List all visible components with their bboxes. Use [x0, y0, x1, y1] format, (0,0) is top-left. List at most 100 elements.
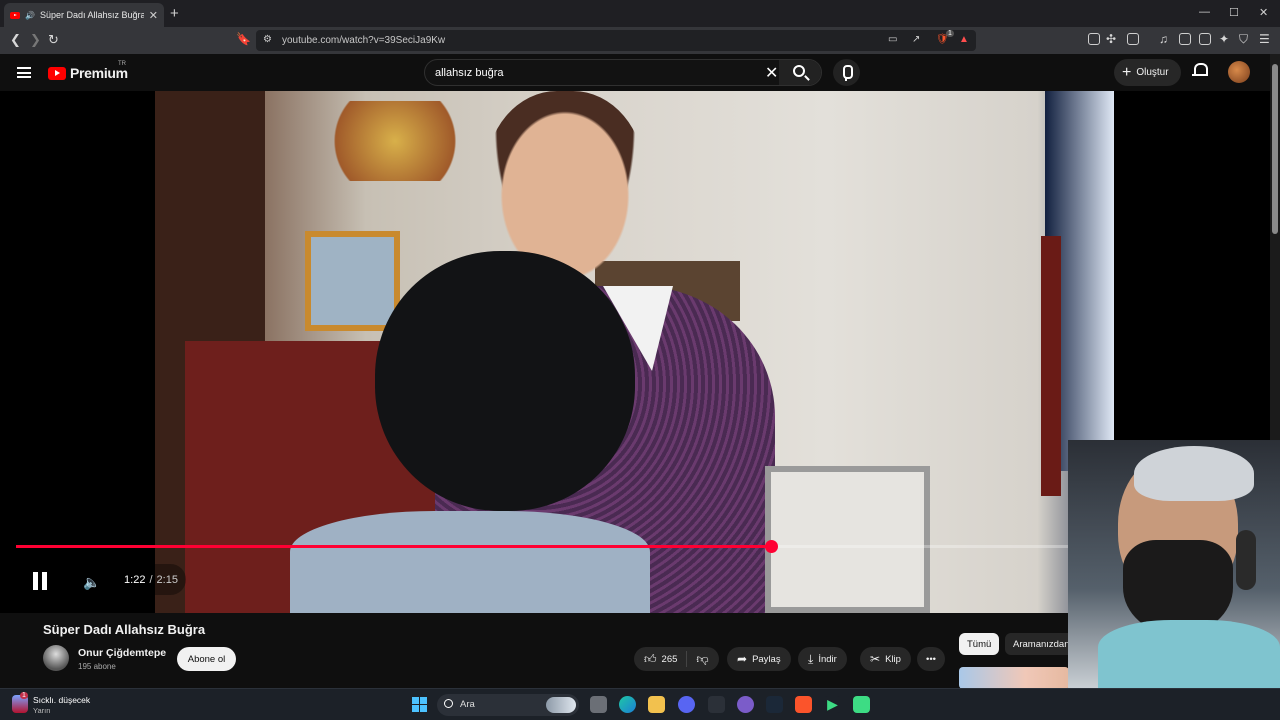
puzzle-icon[interactable]: ✣	[1106, 32, 1116, 46]
brave-rewards-icon[interactable]: ▲	[959, 34, 969, 45]
windows-start-icon[interactable]	[412, 697, 427, 712]
youtube-premium-logo[interactable]: Premium TR	[48, 61, 128, 81]
create-label: Oluştur	[1136, 67, 1169, 78]
speaker-icon[interactable]: 🔊	[25, 11, 35, 20]
guide-menu-icon[interactable]	[17, 67, 31, 78]
browser-tab-active[interactable]: 🔊 Süper Dadı Allahsız Buğra - Yo ✕	[4, 3, 164, 27]
media-icon[interactable]: ♫	[1159, 32, 1168, 46]
pause-icon[interactable]	[33, 572, 47, 590]
site-settings-icon[interactable]: ⚙	[263, 34, 272, 45]
search-input[interactable]: allahsız buğra	[435, 67, 504, 79]
weather-badge: 1	[20, 692, 28, 699]
share-arrow-icon: ➦	[737, 652, 748, 666]
channel-avatar[interactable]	[43, 645, 69, 671]
scene-decoration	[320, 101, 470, 181]
clip-label: Klip	[885, 653, 901, 665]
brand-text: Premium	[70, 65, 128, 81]
more-actions-button[interactable]: •••	[917, 647, 945, 671]
notifications-bell-icon[interactable]	[1192, 63, 1208, 80]
search-button[interactable]	[779, 60, 821, 85]
like-dislike-group: 👍︎ 265 👎︎	[634, 647, 719, 671]
like-icon[interactable]: 👍︎	[644, 652, 657, 667]
subscribe-button[interactable]: Abone ol	[177, 647, 236, 671]
cast-icon[interactable]: ▭	[888, 34, 897, 45]
progress-played	[16, 545, 771, 548]
share-button[interactable]: ➦ Paylaş	[727, 647, 791, 671]
dislike-icon[interactable]: 👎︎	[696, 652, 708, 667]
video-title: Süper Dadı Allahsız Buğra	[43, 622, 206, 637]
time-separator: /	[149, 573, 153, 586]
channel-name[interactable]: Onur Çiğdemtepe	[78, 647, 166, 659]
bookmark-icon[interactable]: 🔖	[236, 32, 251, 46]
screenshot-icon[interactable]	[1127, 33, 1139, 45]
extension-icon[interactable]	[1088, 33, 1100, 45]
search-highlight-image	[546, 697, 576, 713]
android-icon[interactable]	[853, 696, 870, 713]
scissors-icon: ✂	[870, 652, 881, 666]
related-video-thumbnail[interactable]	[959, 667, 1069, 689]
vpn-icon[interactable]: ⛉	[1239, 32, 1248, 47]
scene-photo-frame	[305, 231, 400, 331]
task-view-icon[interactable]	[590, 696, 607, 713]
leo-ai-icon[interactable]: ✦	[1219, 32, 1229, 46]
weather-title[interactable]: Sıcklı. düşecek	[33, 695, 90, 705]
new-tab-button[interactable]: +	[170, 5, 179, 22]
youtube-masthead: Premium TR allahsız buğra ✕ + Oluştur	[0, 54, 1280, 91]
windows-taskbar: 1 Sıcklı. düşecek Yarın Ara ▶	[0, 688, 1280, 720]
back-icon[interactable]: ❮	[10, 32, 21, 48]
scrubber-handle[interactable]	[764, 540, 778, 553]
download-button[interactable]: ⤓ İndir	[798, 647, 847, 671]
search-box[interactable]: allahsız buğra ✕	[424, 59, 822, 86]
taskbar-search-placeholder: Ara	[460, 699, 475, 710]
weather-subtitle: Yarın	[33, 706, 51, 715]
close-window-button[interactable]: ✕	[1259, 6, 1268, 19]
reload-icon[interactable]: ↻	[48, 32, 59, 48]
wallet-icon[interactable]	[1199, 33, 1211, 45]
time-current: 1:22	[124, 573, 146, 586]
edge-icon[interactable]	[619, 696, 636, 713]
play-icon[interactable]: ▶	[824, 696, 841, 713]
discord-icon[interactable]	[678, 696, 695, 713]
download-label: İndir	[818, 653, 837, 665]
volume-icon[interactable]: 🔈	[83, 574, 100, 591]
clip-button[interactable]: ✂ Klip	[860, 647, 911, 671]
search-icon	[793, 65, 805, 77]
scrollbar-thumb[interactable]	[1272, 64, 1278, 234]
steam-icon[interactable]	[766, 696, 783, 713]
country-code: TR	[118, 61, 126, 67]
streamer-hairnet	[1134, 446, 1254, 501]
youtube-favicon-icon	[10, 11, 20, 19]
headset-icon	[1236, 530, 1256, 590]
webcam-overlay	[1068, 440, 1280, 688]
maximize-button[interactable]: ☐	[1229, 6, 1239, 19]
chip-from-search[interactable]: Aramanızdan	[1005, 633, 1078, 655]
time-total: 2:15	[156, 573, 178, 586]
share-icon[interactable]: ↗	[912, 34, 920, 45]
chip-all[interactable]: Tümü	[959, 633, 1000, 655]
like-count[interactable]: 265	[662, 654, 678, 665]
forward-icon[interactable]: ❯	[30, 32, 41, 48]
taskbar-search[interactable]: Ara	[437, 694, 579, 716]
account-avatar[interactable]	[1228, 61, 1250, 83]
minimize-button[interactable]: —	[1199, 6, 1210, 18]
create-button[interactable]: + Oluştur	[1114, 59, 1181, 86]
more-icon: •••	[926, 653, 936, 665]
url-text[interactable]: youtube.com/watch?v=39SeciJa9Kw	[282, 35, 445, 46]
sidebar-icon[interactable]	[1179, 33, 1191, 45]
menu-icon[interactable]: ☰	[1259, 32, 1270, 46]
url-field[interactable]: ⚙ youtube.com/watch?v=39SeciJa9Kw ▭ ↗ 🛡 …	[256, 30, 976, 51]
voice-search-button[interactable]	[833, 59, 860, 86]
clear-search-icon[interactable]: ✕	[765, 63, 778, 83]
streamer-shirt	[1098, 620, 1280, 688]
time-display: 1:22 / 2:15	[116, 564, 186, 595]
scene-curtain	[1041, 236, 1061, 496]
download-icon: ⤓	[808, 651, 814, 666]
video-frame[interactable]	[155, 91, 1114, 613]
file-explorer-icon[interactable]	[648, 696, 665, 713]
brave-icon[interactable]	[795, 696, 812, 713]
browser-address-bar: ❮ ❯ ↻ 🔖 ⚙ youtube.com/watch?v=39SeciJa9K…	[0, 27, 1280, 54]
app-icon[interactable]	[708, 696, 725, 713]
close-tab-icon[interactable]: ✕	[149, 9, 158, 22]
browser-tab-bar: 🔊 Süper Dadı Allahsız Buğra - Yo ✕ + — ☐…	[0, 0, 1280, 27]
twitch-icon[interactable]	[737, 696, 754, 713]
